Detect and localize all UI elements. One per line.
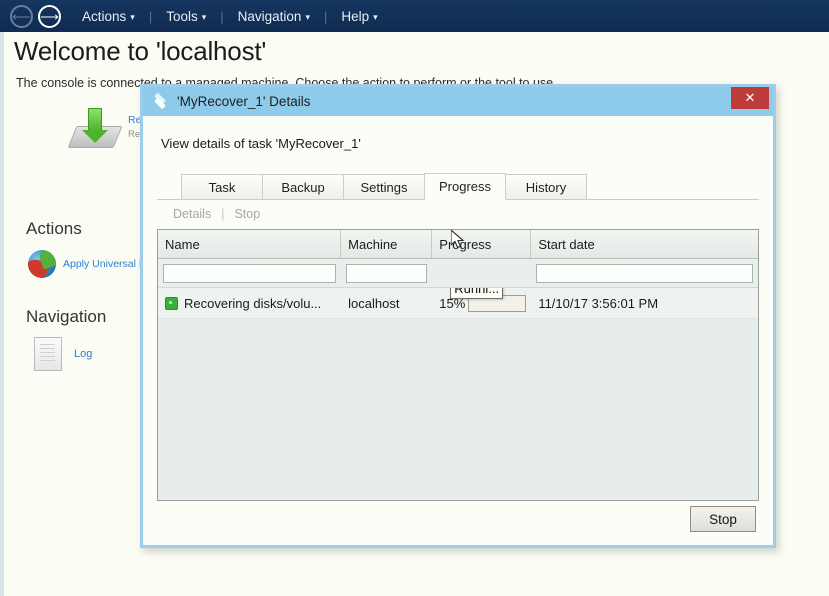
dialog-footer: Stop (157, 501, 759, 545)
navigation-heading: Navigation (26, 307, 107, 326)
column-header-start-date[interactable]: Start date (531, 230, 758, 258)
close-icon[interactable]: ✕ (731, 87, 769, 109)
down-arrow-shape (82, 108, 108, 143)
list-toolbar: Details | Stop (157, 203, 759, 225)
running-status-icon (165, 296, 178, 310)
arrow-right-circle-icon[interactable]: ⟶ (38, 4, 61, 28)
dialog-title-bar[interactable]: 'MyRecover_1' Details ✕ (143, 87, 773, 116)
app-screen: ⟵ ⟶ Actions ▾ | Tools ▾ | Navigation ▾ | He… (0, 0, 829, 596)
menu-actions[interactable]: Actions ▾ (79, 9, 138, 24)
stop-button[interactable]: Stop (690, 506, 756, 532)
tab-settings[interactable]: Settings (343, 174, 425, 199)
cell-progress: 15% Runni... (432, 288, 531, 318)
menu-navigation[interactable]: Navigation ▾ (235, 9, 313, 24)
menu-separator: | (220, 8, 224, 24)
filter-cell-start-date (531, 263, 758, 283)
stop-toolbar-button[interactable]: Stop (234, 207, 260, 221)
top-navigation-bar: ⟵ ⟶ Actions ▾ | Tools ▾ | Navigation ▾ | He… (0, 0, 829, 32)
menu-actions-label: Actions (82, 8, 127, 24)
chevron-down-icon: ▾ (305, 11, 310, 22)
cell-name: Recovering disks/volu... (158, 288, 341, 318)
dialog-body: View details of task 'MyRecover_1' Task … (143, 116, 773, 545)
cell-start-date: 11/10/17 3:56:01 PM (538, 295, 659, 311)
nav-arrow-group: ⟵ ⟶ (10, 4, 61, 28)
filter-cell-name (158, 263, 341, 283)
cell-name-text: Recovering disks/volu... (184, 295, 322, 311)
table-row[interactable]: Recovering disks/volu... localhost 15% R… (158, 288, 758, 319)
task-details-dialog: 'MyRecover_1' Details ✕ View details of … (140, 84, 776, 548)
menu-tools[interactable]: Tools ▾ (163, 9, 209, 24)
chevron-down-icon: ▾ (130, 11, 135, 22)
menu-help-label: Help (341, 8, 370, 24)
globe-restore-icon (28, 250, 56, 278)
menu-separator: | (323, 8, 328, 24)
dialog-heading: View details of task 'MyRecover_1' (161, 136, 361, 151)
chevron-down-icon: ▾ (201, 11, 207, 22)
filter-cell-machine (341, 263, 432, 283)
menu-bar: Actions ▾ | Tools ▾ | Navigation ▾ | Help ▾ (79, 9, 381, 24)
column-header-name[interactable]: Name (158, 230, 342, 258)
left-rail (0, 32, 4, 596)
details-button[interactable]: Details (173, 207, 211, 221)
column-header-progress[interactable]: Progress (432, 230, 532, 258)
column-header-machine[interactable]: Machine (341, 230, 433, 258)
filter-input-machine[interactable] (346, 263, 428, 283)
table-empty-area (158, 319, 758, 500)
tab-strip: Task Backup Settings Progress History (157, 173, 759, 200)
cell-machine: localhost (348, 295, 400, 311)
filter-input-start-date[interactable] (536, 263, 753, 283)
toolbar-separator: | (221, 207, 225, 221)
menu-tools-label: Tools (166, 8, 198, 24)
recover-disk-icon (67, 108, 123, 152)
log-label: Log (74, 348, 93, 360)
log-document-icon (34, 337, 62, 371)
menu-separator: | (148, 8, 153, 24)
menu-help[interactable]: Help ▾ (338, 9, 380, 24)
table-header-row: Name Machine Progress Start date (158, 230, 758, 259)
progress-tooltip: Runni... (450, 288, 504, 299)
progress-list-view: Name Machine Progress Start date Recover… (157, 229, 759, 501)
nav-item-log[interactable]: Log (34, 337, 92, 371)
tab-backup[interactable]: Backup (262, 174, 344, 199)
page-title: Welcome to 'localhost' (14, 36, 267, 66)
filter-input-name[interactable] (163, 263, 337, 283)
tab-history[interactable]: History (505, 174, 588, 199)
chevron-down-icon: ▾ (373, 11, 378, 22)
dialog-title: 'MyRecover_1' Details (177, 94, 311, 109)
layers-icon (152, 92, 168, 109)
arrow-left-circle-icon[interactable]: ⟵ (10, 4, 33, 28)
table-filter-row (158, 259, 758, 288)
tab-task[interactable]: Task (181, 174, 263, 199)
tab-progress[interactable]: Progress (424, 173, 507, 200)
actions-heading: Actions (26, 219, 82, 238)
menu-navigation-label: Navigation (237, 8, 302, 24)
